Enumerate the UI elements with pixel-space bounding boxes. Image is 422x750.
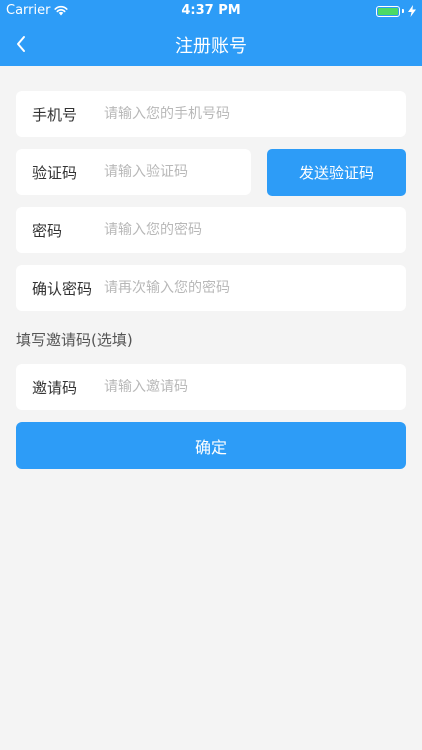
password-label: 密码 <box>32 221 63 240</box>
password-field: 密码 <box>16 207 406 253</box>
password-input[interactable] <box>104 222 394 238</box>
code-input[interactable] <box>104 164 239 180</box>
invite-label: 邀请码 <box>32 378 78 397</box>
code-label: 验证码 <box>32 163 78 182</box>
battery-icon <box>376 5 400 17</box>
phone-field: 手机号 <box>16 91 406 137</box>
invite-section-label: 填写邀请码(选填) <box>16 331 133 349</box>
code-field: 验证码 <box>16 149 251 195</box>
confirm-password-label: 确认密码 <box>32 279 93 298</box>
charging-bolt-icon <box>408 5 416 17</box>
battery-group <box>376 5 416 17</box>
header: Carrier 4:37 PM 注册账号 <box>0 0 422 66</box>
invite-input[interactable] <box>104 379 394 395</box>
confirm-button[interactable]: 确定 <box>16 422 406 469</box>
phone-input[interactable] <box>104 106 394 122</box>
send-code-button[interactable]: 发送验证码 <box>267 149 406 196</box>
battery-cap <box>402 9 404 13</box>
battery-level-fill <box>378 7 398 15</box>
confirm-password-field: 确认密码 <box>16 265 406 311</box>
status-time: 4:37 PM <box>181 3 241 18</box>
confirm-password-input[interactable] <box>104 280 394 296</box>
nav-bar: 注册账号 <box>0 22 422 66</box>
page-title: 注册账号 <box>175 36 247 57</box>
status-bar: Carrier 4:37 PM <box>0 0 422 22</box>
invite-field: 邀请码 <box>16 364 406 410</box>
phone-label: 手机号 <box>32 105 78 124</box>
